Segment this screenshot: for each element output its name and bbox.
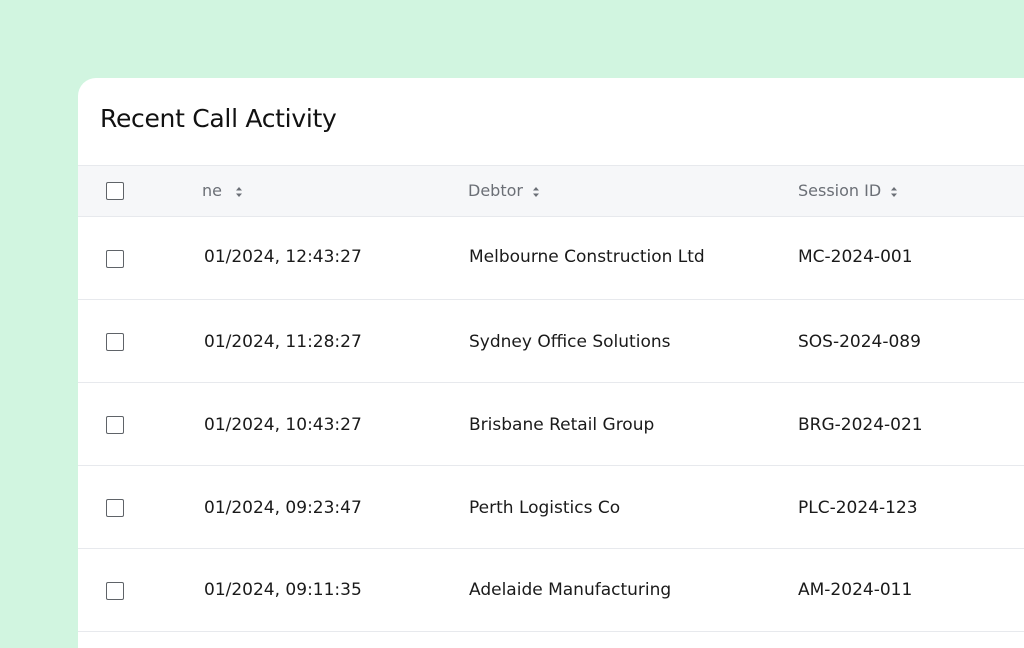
session-id: MC-2024-001 [798,247,913,267]
call-time: 01/2024, 12:43:27 [204,247,362,267]
column-header-time-label: ne [202,181,222,200]
session-id: AM-2024-011 [798,580,913,600]
column-header-debtor[interactable]: Debtor [468,181,540,200]
debtor-name: Brisbane Retail Group [469,415,655,435]
column-header-session-id-label: Session ID [798,181,882,200]
column-header-session-id[interactable]: Session ID [798,181,898,200]
table-row[interactable]: 01/2024, 10:43:27 Brisbane Retail Group … [78,383,1024,466]
debtor-name: Perth Logistics Co [469,498,621,518]
sort-icon [533,187,540,197]
session-id: SOS-2024-089 [798,332,921,352]
select-all-checkbox[interactable] [106,182,124,200]
table-row[interactable]: 01/2024, 11:28:27 Sydney Office Solution… [78,300,1024,383]
session-id: PLC-2024-123 [798,498,918,518]
debtor-name: Melbourne Construction Ltd [469,247,705,267]
table-row[interactable]: 01/2024, 09:23:47 Perth Logistics Co PLC… [78,466,1024,549]
table-header-row: ne Debtor Session ID [78,165,1024,217]
call-time: 01/2024, 11:28:27 [204,332,362,352]
sort-icon [236,187,243,197]
row-checkbox[interactable] [106,333,124,351]
call-time: 01/2024, 09:23:47 [204,498,362,518]
table-row[interactable]: 01/2024, 12:43:27 Melbourne Construction… [78,217,1024,300]
row-checkbox[interactable] [106,416,124,434]
call-time: 01/2024, 10:43:27 [204,415,362,435]
table-row[interactable]: 01/2024, 09:11:35 Adelaide Manufacturing… [78,549,1024,632]
debtor-name: Sydney Office Solutions [469,332,671,352]
session-id: BRG-2024-021 [798,415,923,435]
call-time: 01/2024, 09:11:35 [204,580,362,600]
card-title: Recent Call Activity [100,104,337,133]
debtor-name: Adelaide Manufacturing [469,580,672,600]
column-header-time[interactable]: ne [202,181,243,200]
sort-icon [891,187,898,197]
column-header-debtor-label: Debtor [468,181,523,200]
row-checkbox[interactable] [106,499,124,517]
row-checkbox[interactable] [106,250,124,268]
row-checkbox[interactable] [106,582,124,600]
recent-call-activity-card: Recent Call Activity ne Debtor Session I… [78,78,1024,648]
